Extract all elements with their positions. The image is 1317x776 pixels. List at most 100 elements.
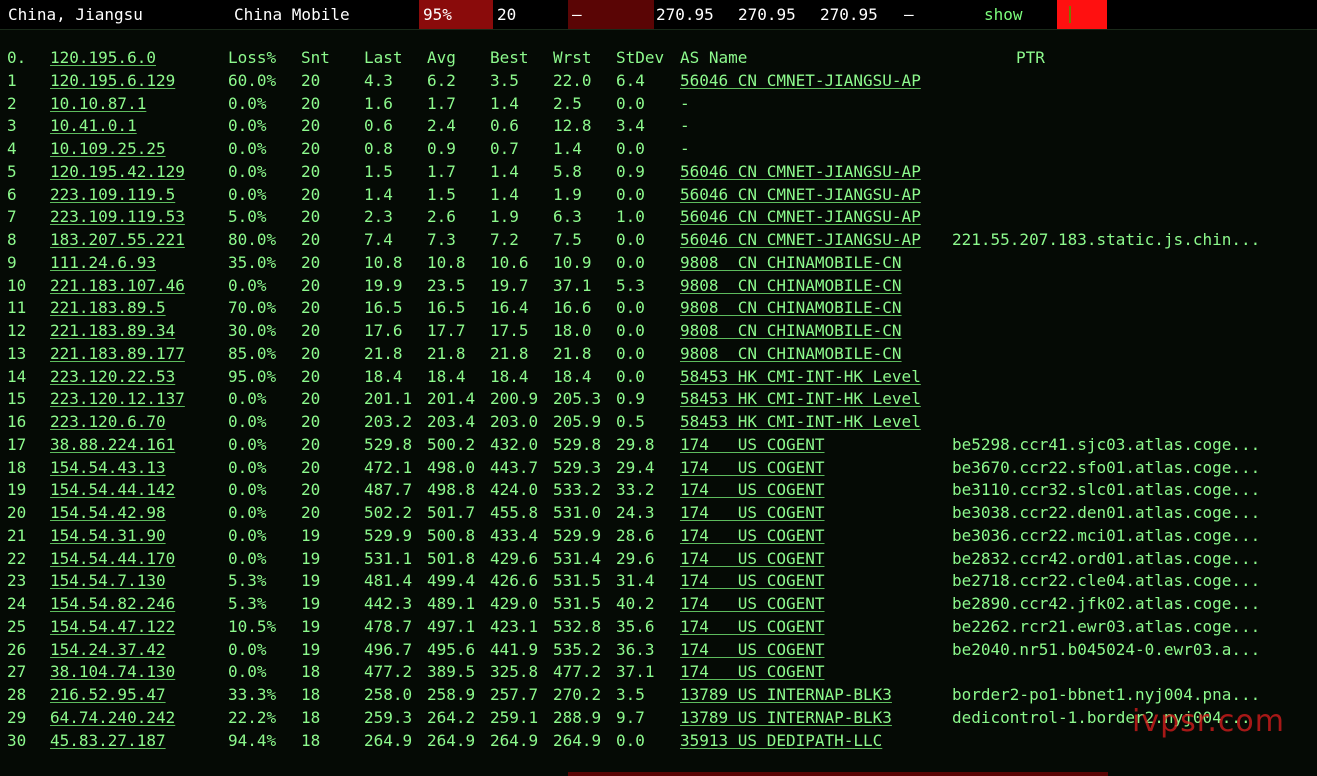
ptr-record: be3038.ccr22.den01.atlas.coge... — [952, 503, 1261, 522]
as-name[interactable]: 174 US COGENT — [680, 570, 825, 592]
host-address[interactable]: 120.195.42.129 — [50, 161, 185, 183]
best-value: 257.7 — [490, 685, 539, 704]
as-name[interactable]: 58453 HK CMI-INT-HK Level — [680, 366, 921, 388]
host-address[interactable]: 221.183.107.46 — [50, 275, 185, 297]
as-name[interactable]: 174 US COGENT — [680, 457, 825, 479]
as-name[interactable]: 58453 HK CMI-INT-HK Level — [680, 388, 921, 410]
header-host: 120.195.6.0 — [50, 48, 156, 67]
sent-value: 20 — [301, 343, 321, 363]
as-name[interactable]: 35913 US DEDIPATH-LLC — [680, 730, 882, 752]
as-name[interactable]: 174 US COGENT — [680, 434, 825, 456]
as-name[interactable]: 58453 HK CMI-INT-HK Level — [680, 411, 921, 433]
host-address[interactable]: 154.54.43.13 — [50, 457, 166, 479]
host-address[interactable]: 10.109.25.25 — [50, 138, 166, 160]
host-address[interactable]: 221.183.89.34 — [50, 320, 175, 342]
as-name[interactable]: 56046 CN CMNET-JIANGSU-AP — [680, 206, 921, 228]
header-hop: 0. — [7, 48, 27, 67]
location-label: China, Jiangsu — [8, 5, 143, 24]
stdev-value: 9.7 — [616, 707, 645, 727]
as-name[interactable]: 9808 CN CHINAMOBILE-CN — [680, 297, 902, 319]
host-address[interactable]: 10.10.87.1 — [50, 93, 146, 115]
host-address[interactable]: 64.74.240.242 — [50, 707, 175, 729]
as-name: - — [680, 139, 690, 158]
hop-number: 2 — [7, 93, 17, 113]
host-address[interactable]: 38.104.74.130 — [50, 661, 175, 683]
as-name[interactable]: 9808 CN CHINAMOBILE-CN — [680, 275, 902, 297]
host-address[interactable]: 223.120.12.137 — [50, 388, 185, 410]
host-address[interactable]: 183.207.55.221 — [50, 229, 185, 251]
show-link[interactable]: show — [984, 0, 1023, 29]
as-name[interactable]: 174 US COGENT — [680, 661, 825, 683]
header-ptr: PTR — [1016, 48, 1045, 67]
host-address[interactable]: 111.24.6.93 — [50, 252, 156, 274]
as-name[interactable]: 56046 CN CMNET-JIANGSU-AP — [680, 70, 921, 92]
best-value: 203.0 — [490, 412, 539, 431]
header-last: Last — [364, 48, 403, 67]
worst-value: 18.0 — [553, 321, 592, 340]
host-address[interactable]: 154.54.7.130 — [50, 570, 166, 592]
as-name[interactable]: 174 US COGENT — [680, 479, 825, 501]
host-address[interactable]: 154.54.44.170 — [50, 548, 175, 570]
host-address[interactable]: 221.183.89.5 — [50, 297, 166, 319]
as-name[interactable]: 9808 CN CHINAMOBILE-CN — [680, 320, 902, 342]
avg-value: 6.2 — [427, 70, 456, 90]
host-address[interactable]: 120.195.6.129 — [50, 70, 175, 92]
best-value: 17.5 — [490, 321, 529, 340]
as-name[interactable]: 56046 CN CMNET-JIANGSU-AP — [680, 184, 921, 206]
loss-value: 0.0% — [228, 275, 267, 295]
hop-number: 25 — [7, 616, 27, 636]
host-address[interactable]: 223.120.6.70 — [50, 411, 166, 433]
host-address[interactable]: 154.54.44.142 — [50, 479, 175, 501]
host-address[interactable]: 154.54.47.122 — [50, 616, 175, 638]
host-address[interactable]: 154.54.82.246 — [50, 593, 175, 615]
summary-bar: China, Jiangsu China Mobile 95% 20 – 270… — [0, 0, 1317, 29]
host-address[interactable]: 216.52.95.47 — [50, 684, 166, 706]
host-address[interactable]: 223.109.119.5 — [50, 184, 175, 206]
bottom-strip — [568, 772, 1108, 776]
as-name[interactable]: 174 US COGENT — [680, 616, 825, 638]
host-address[interactable]: 223.120.22.53 — [50, 366, 175, 388]
dash-field-2: – — [904, 5, 914, 24]
as-name[interactable]: 174 US COGENT — [680, 502, 825, 524]
host-address[interactable]: 223.109.119.53 — [50, 206, 185, 228]
as-name[interactable]: 56046 CN CMNET-JIANGSU-AP — [680, 229, 921, 251]
loss-value: 0.0% — [228, 412, 267, 431]
latency-value-3: 270.95 — [820, 5, 878, 24]
loss-value: 30.0% — [228, 321, 277, 340]
sent-value: 19 — [301, 639, 321, 659]
loss-value: 0.0% — [228, 662, 267, 682]
host-address[interactable]: 154.54.42.98 — [50, 502, 166, 524]
host-address[interactable]: 221.183.89.177 — [50, 343, 185, 365]
stdev-value: 28.6 — [616, 525, 655, 545]
as-name[interactable]: 13789 US INTERNAP-BLK3 — [680, 707, 892, 729]
avg-value: 264.2 — [427, 707, 476, 727]
host-address[interactable]: 154.54.31.90 — [50, 525, 166, 547]
stdev-value: 0.0 — [616, 184, 645, 204]
avg-value: 501.8 — [427, 548, 476, 568]
best-value: 21.8 — [490, 343, 529, 363]
as-name[interactable]: 9808 CN CHINAMOBILE-CN — [680, 343, 902, 365]
loss-value: 0.0% — [228, 639, 267, 659]
hop-number: 23 — [7, 571, 27, 591]
last-value: 264.9 — [364, 730, 413, 750]
best-value: 325.8 — [490, 662, 539, 682]
host-address[interactable]: 38.88.224.161 — [50, 434, 175, 456]
worst-value: 264.9 — [553, 730, 602, 750]
latency-value-2: 270.95 — [738, 5, 796, 24]
as-name[interactable]: 13789 US INTERNAP-BLK3 — [680, 684, 892, 706]
host-address[interactable]: 45.83.27.187 — [50, 730, 166, 752]
header-stdev: StDev — [616, 48, 665, 67]
as-name[interactable]: 174 US COGENT — [680, 593, 825, 615]
sent-value: 20 — [301, 503, 321, 522]
as-name[interactable]: 56046 CN CMNET-JIANGSU-AP — [680, 161, 921, 183]
sent-value: 18 — [301, 685, 321, 704]
host-address[interactable]: 10.41.0.1 — [50, 115, 137, 137]
as-name[interactable]: 174 US COGENT — [680, 639, 825, 661]
worst-value: 531.0 — [553, 503, 602, 522]
host-address[interactable]: 154.24.37.42 — [50, 639, 166, 661]
avg-value: 201.4 — [427, 389, 476, 409]
as-name[interactable]: 9808 CN CHINAMOBILE-CN — [680, 252, 902, 274]
as-name[interactable]: 174 US COGENT — [680, 548, 825, 570]
worst-value: 270.2 — [553, 685, 602, 704]
as-name[interactable]: 174 US COGENT — [680, 525, 825, 547]
